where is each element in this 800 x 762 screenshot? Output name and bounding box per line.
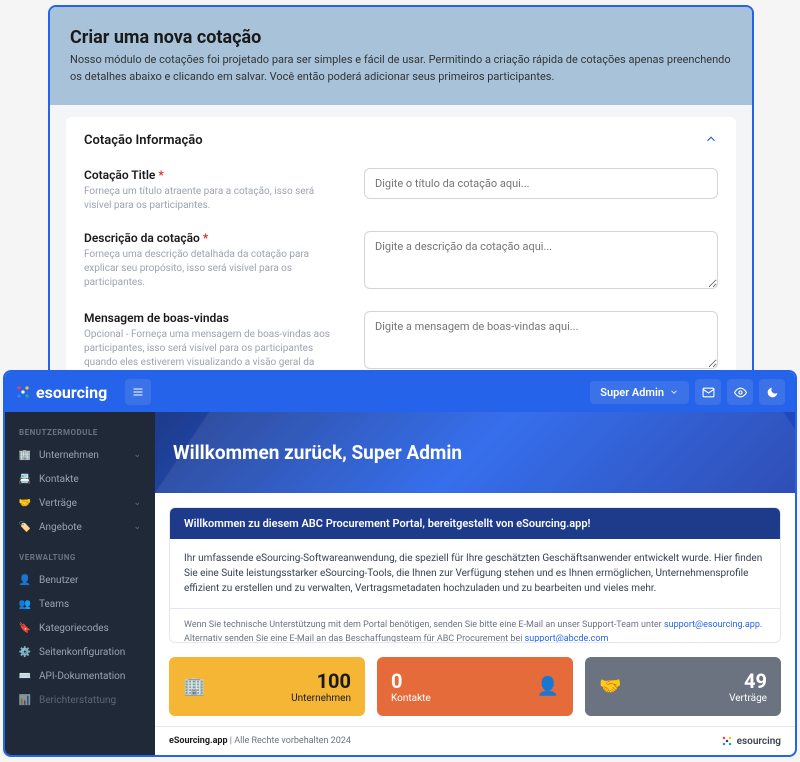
code-icon: ⌨️ bbox=[19, 670, 31, 682]
panel-header: Criar uma nova cotação Nosso módulo de c… bbox=[50, 7, 752, 105]
field-help: Forneça um título atraente para a cotaçã… bbox=[84, 185, 344, 213]
stat-contacts[interactable]: 0Kontakte 👤 bbox=[377, 657, 573, 716]
chevron-down-icon: ⌄ bbox=[133, 498, 141, 508]
footer: eSourcing.app | Alle Rechte vorbehalten … bbox=[155, 726, 795, 755]
welcome-card-body: Ihr umfassende eSourcing-Softwareanwendu… bbox=[170, 539, 780, 608]
logo-icon bbox=[721, 735, 733, 747]
sidebar-item-contracts[interactable]: 🤝Verträge⌄ bbox=[5, 491, 155, 515]
dashboard-panel: esourcing Super Admin BENUTZERMODULE 🏢Un… bbox=[3, 370, 797, 757]
chevron-up-icon bbox=[704, 131, 718, 150]
field-label: Mensagem de boas-vindas bbox=[84, 311, 344, 325]
building-icon: 🏢 bbox=[19, 449, 31, 461]
app-logo[interactable]: esourcing bbox=[15, 383, 107, 402]
welcome-card-footer: Wenn Sie technische Unterstützung mit de… bbox=[170, 609, 780, 643]
field-help: Forneça uma descrição detalhada da cotaç… bbox=[84, 248, 344, 290]
required-icon: * bbox=[203, 231, 208, 245]
footer-logo[interactable]: esourcing bbox=[721, 735, 781, 747]
sidebar-item-contacts[interactable]: 📇Kontakte bbox=[5, 467, 155, 491]
offer-icon: 🏷️ bbox=[19, 521, 31, 533]
topbar: esourcing Super Admin bbox=[5, 372, 795, 412]
user-menu-button[interactable]: Super Admin bbox=[590, 381, 689, 404]
field-row-description: Descrição da cotação * Forneça uma descr… bbox=[84, 231, 718, 293]
support-link-1[interactable]: support@esourcing.app bbox=[664, 620, 760, 630]
panel-body: Cotação Informação Cotação Title * Forne… bbox=[50, 105, 752, 385]
field-row-title: Cotação Title * Forneça um título atraen… bbox=[84, 168, 718, 213]
panel-title: Criar uma nova cotação bbox=[70, 27, 732, 48]
welcome-card: Willkommen zu diesem ABC Procurement Por… bbox=[169, 507, 781, 643]
stats-row: 🏢 100Unternehmen 0Kontakte 👤 🤝 49Verträg… bbox=[169, 657, 781, 716]
sidebar-item-api-docs[interactable]: ⌨️API-Dokumentation bbox=[5, 664, 155, 688]
handshake-icon: 🤝 bbox=[599, 676, 621, 697]
chevron-down-icon: ⌄ bbox=[133, 450, 141, 460]
theme-button[interactable] bbox=[759, 379, 785, 405]
sidebar-item-category-codes[interactable]: 🔖Kategoriecodes bbox=[5, 616, 155, 640]
moon-icon bbox=[766, 386, 779, 399]
sidebar-item-reporting[interactable]: 📊Berichterstattung bbox=[5, 688, 155, 712]
sidebar: BENUTZERMODULE 🏢Unternehmen⌄ 📇Kontakte 🤝… bbox=[5, 412, 155, 755]
section-toggle[interactable]: Cotação Informação bbox=[84, 131, 718, 150]
hero-banner: Willkommen zurück, Super Admin bbox=[155, 412, 795, 493]
dashboard-content: Willkommen zurück, Super Admin Willkomme… bbox=[155, 412, 795, 755]
contacts-icon: 📇 bbox=[19, 473, 31, 485]
field-label: Cotação Title * bbox=[84, 168, 344, 182]
report-icon: 📊 bbox=[19, 694, 31, 706]
visibility-button[interactable] bbox=[727, 379, 753, 405]
menu-icon bbox=[132, 386, 144, 398]
menu-toggle-button[interactable] bbox=[125, 379, 151, 405]
user-icon: 👤 bbox=[19, 574, 31, 586]
sidebar-item-companies[interactable]: 🏢Unternehmen⌄ bbox=[5, 443, 155, 467]
tag-icon: 🔖 bbox=[19, 622, 31, 634]
sidebar-item-offers[interactable]: 🏷️Angebote⌄ bbox=[5, 515, 155, 539]
panel-subtitle: Nosso módulo de cotações foi projetado p… bbox=[70, 52, 732, 85]
quote-create-panel: Criar uma nova cotação Nosso módulo de c… bbox=[48, 5, 754, 385]
quote-title-input[interactable] bbox=[364, 168, 718, 199]
required-icon: * bbox=[158, 168, 163, 182]
chevron-down-icon bbox=[669, 387, 679, 397]
gear-icon: ⚙️ bbox=[19, 646, 31, 658]
stat-contracts[interactable]: 🤝 49Verträge bbox=[585, 657, 781, 716]
sidebar-heading-admin: VERWALTUNG bbox=[5, 549, 155, 568]
handshake-icon: 🤝 bbox=[19, 497, 31, 509]
chevron-down-icon: ⌄ bbox=[133, 522, 141, 532]
welcome-card-header: Willkommen zu diesem ABC Procurement Por… bbox=[170, 508, 780, 539]
section-title: Cotação Informação bbox=[84, 133, 203, 148]
sidebar-item-page-config[interactable]: ⚙️Seitenkonfiguration bbox=[5, 640, 155, 664]
sidebar-item-teams[interactable]: 👥Teams bbox=[5, 592, 155, 616]
eye-icon bbox=[734, 386, 747, 399]
quote-welcome-input[interactable] bbox=[364, 311, 718, 369]
quote-description-input[interactable] bbox=[364, 231, 718, 289]
logo-icon bbox=[15, 384, 31, 400]
field-label: Descrição da cotação * bbox=[84, 231, 344, 245]
mail-button[interactable] bbox=[695, 379, 721, 405]
mail-icon bbox=[702, 386, 715, 399]
quote-info-section: Cotação Informação Cotação Title * Forne… bbox=[66, 117, 736, 385]
team-icon: 👥 bbox=[19, 598, 31, 610]
sidebar-heading-usermodules: BENUTZERMODULE bbox=[5, 424, 155, 443]
hero-title: Willkommen zurück, Super Admin bbox=[173, 441, 462, 464]
stat-companies[interactable]: 🏢 100Unternehmen bbox=[169, 657, 365, 716]
person-icon: 👤 bbox=[537, 676, 559, 697]
support-link-2[interactable]: support@abcde.com bbox=[525, 634, 609, 643]
building-icon: 🏢 bbox=[183, 676, 205, 697]
sidebar-item-users[interactable]: 👤Benutzer bbox=[5, 568, 155, 592]
